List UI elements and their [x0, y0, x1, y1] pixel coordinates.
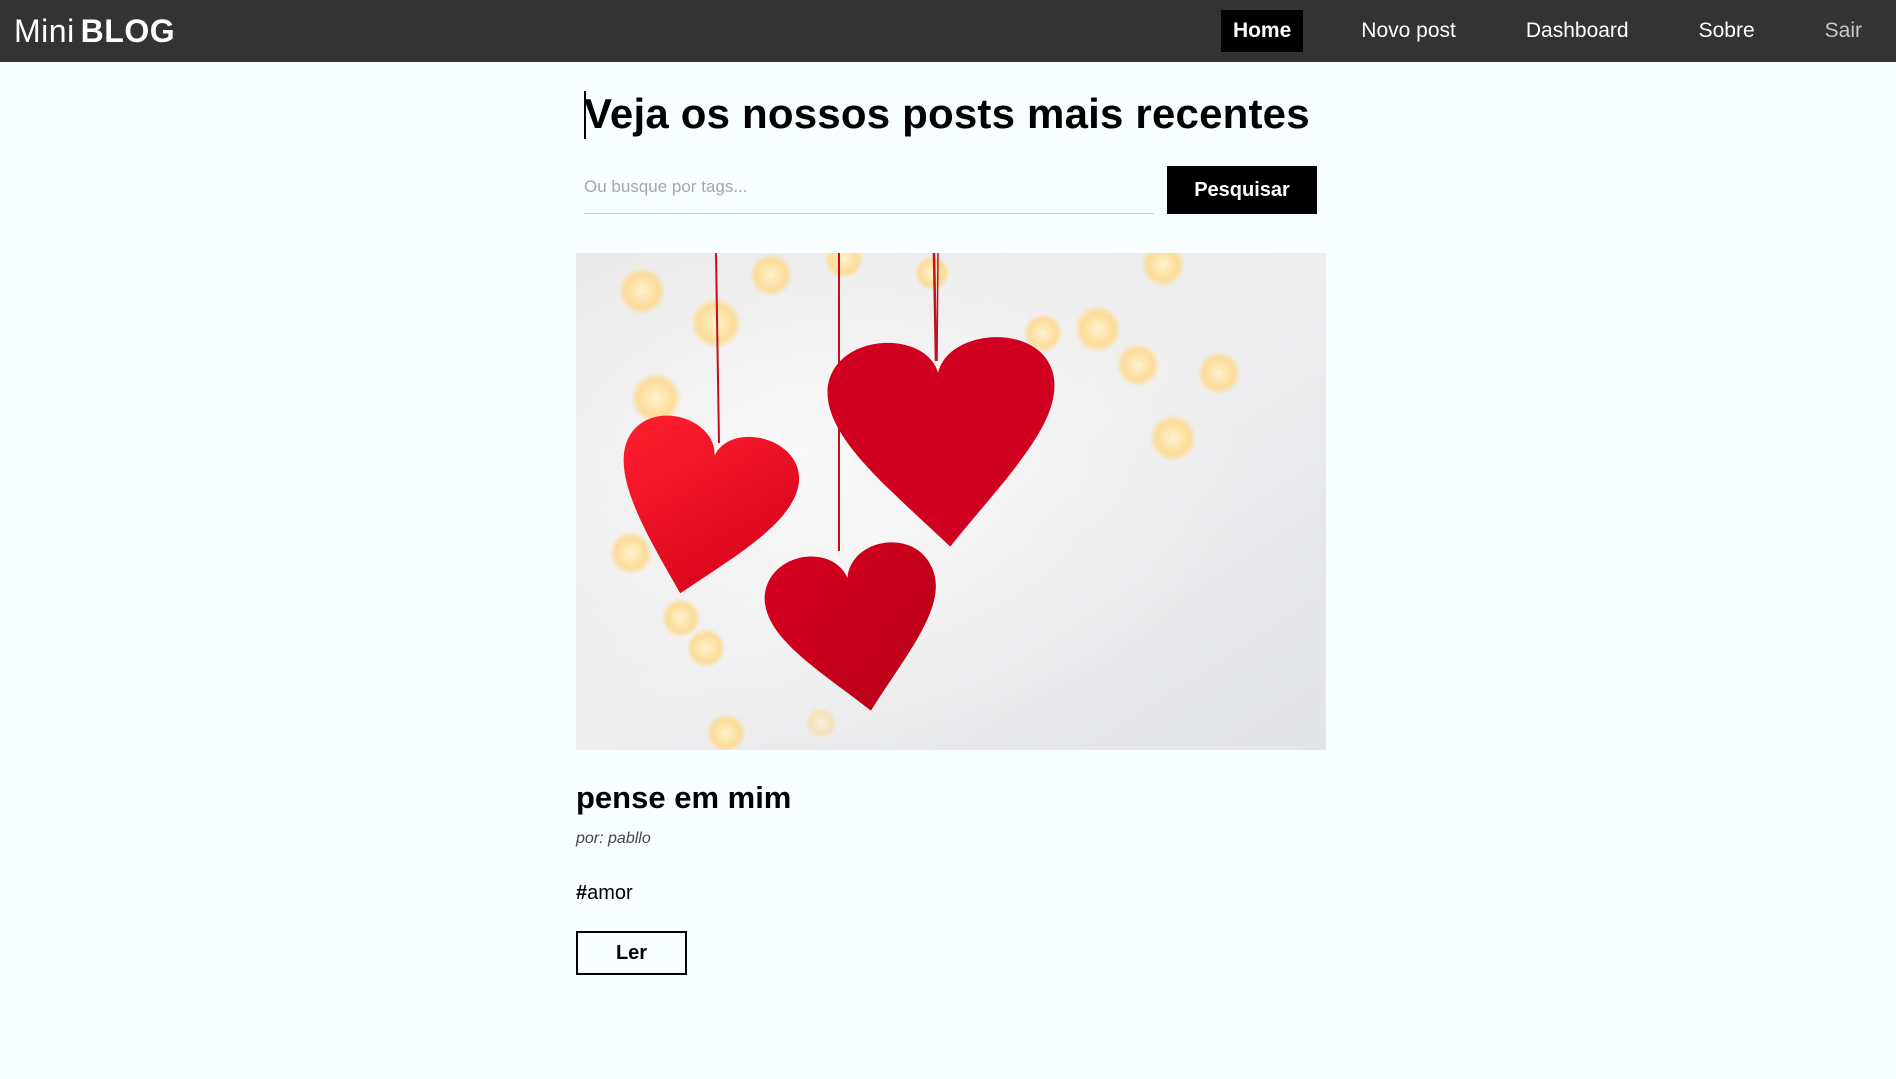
search-form: Pesquisar [584, 164, 1318, 214]
nav-link-dashboard[interactable]: Dashboard [1526, 11, 1629, 51]
nav-link-new-post[interactable]: Novo post [1361, 11, 1456, 51]
post-card: pense em mim por: pabllo #amor Ler [576, 253, 1326, 975]
post-title: pense em mim [576, 780, 792, 815]
red-hearts-photo [576, 253, 1326, 750]
nav-link-home[interactable]: Home [1220, 10, 1304, 52]
tag-name: amor [587, 882, 633, 904]
text-cursor [584, 91, 586, 139]
brand-logo[interactable]: Mini BLOG [14, 13, 175, 50]
nav-link-logout[interactable]: Sair [1825, 11, 1862, 51]
post-tags: #amor [576, 882, 1326, 905]
nav-links: Home Novo post Dashboard Sobre Sair [1220, 0, 1862, 62]
search-button[interactable]: Pesquisar [1167, 166, 1317, 214]
tag-hash: # [576, 882, 588, 904]
search-input[interactable] [584, 164, 1154, 214]
post-tag: #amor [576, 882, 633, 905]
page-title: Veja os nossos posts mais recentes [584, 90, 1310, 137]
post-author: por: pabllo [576, 830, 651, 847]
brand-light-text: Mini [14, 12, 75, 49]
read-post-button[interactable]: Ler [576, 931, 687, 975]
brand-bold-text: BLOG [80, 12, 176, 49]
nav-link-about[interactable]: Sobre [1699, 11, 1755, 51]
navbar: Mini BLOG Home Novo post Dashboard Sobre … [0, 0, 1896, 62]
